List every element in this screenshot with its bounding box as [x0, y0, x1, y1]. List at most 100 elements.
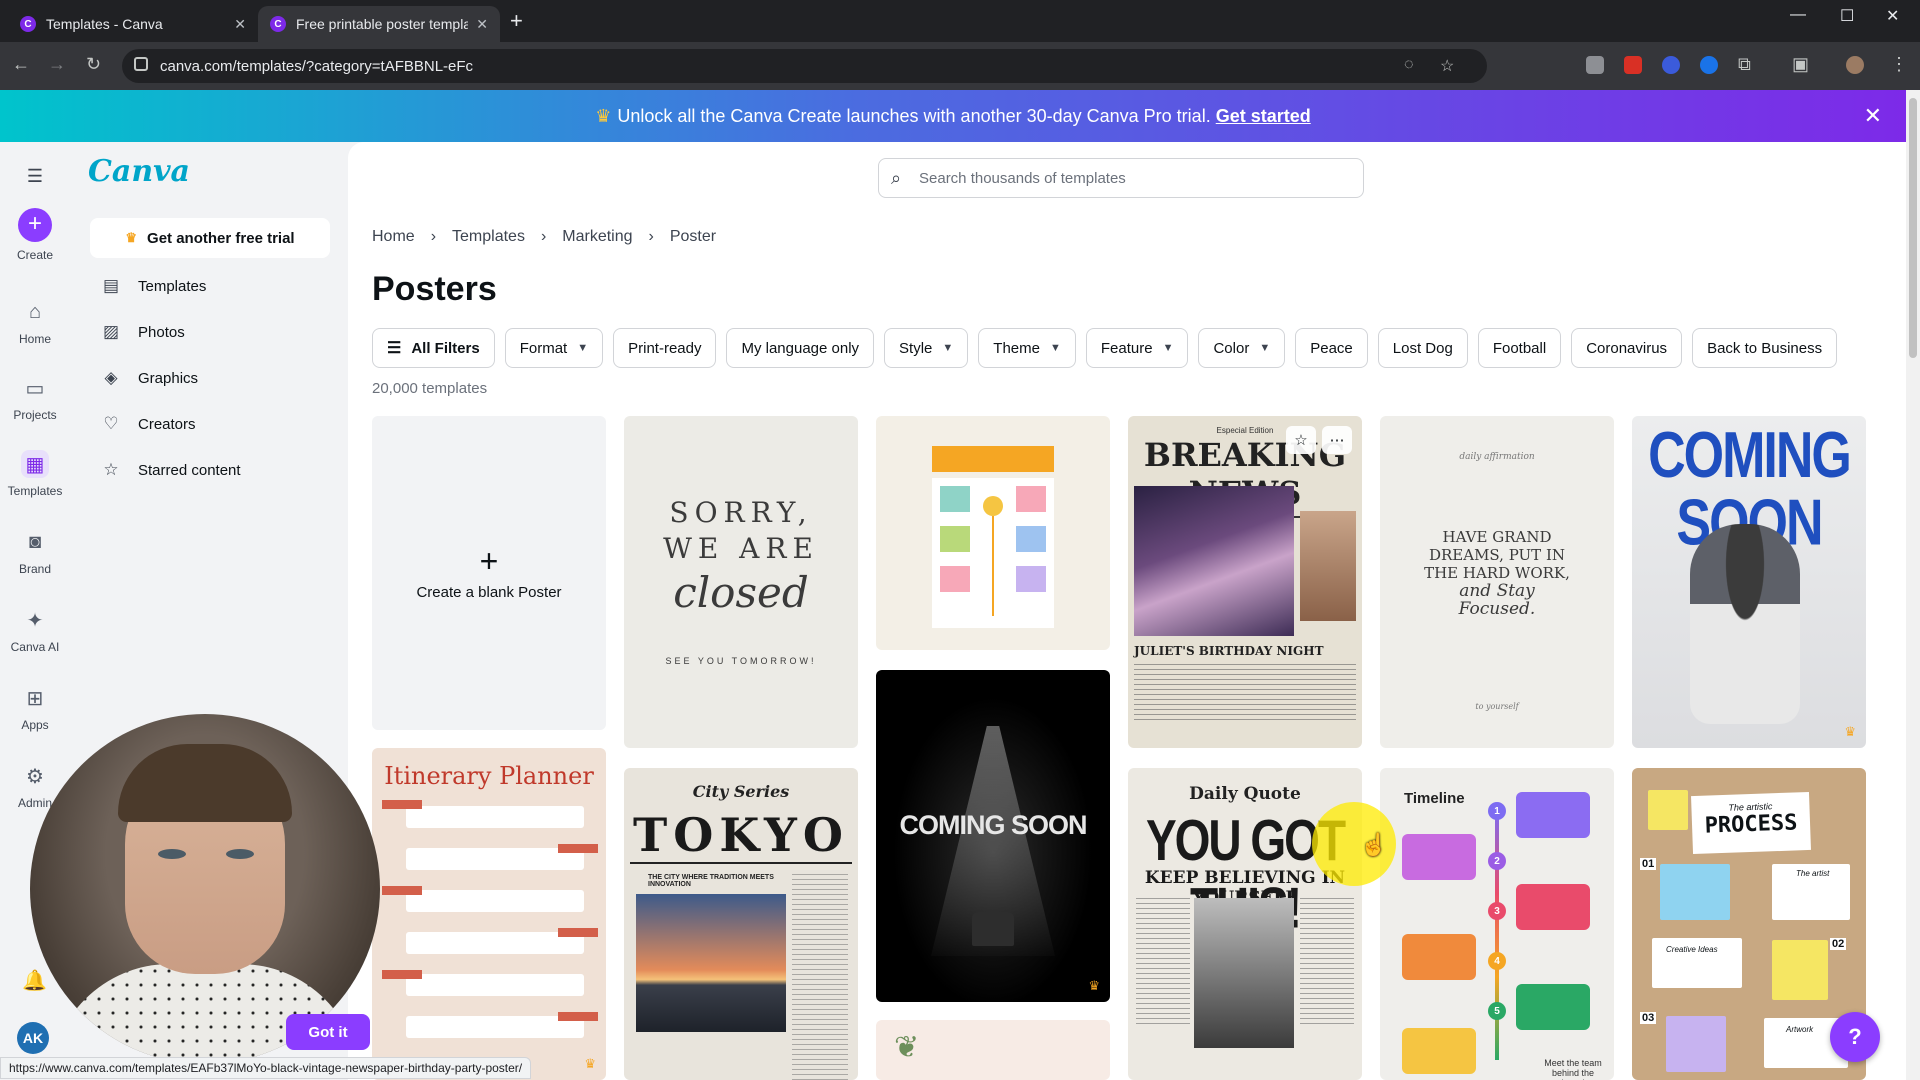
- browser-tab-templates[interactable]: C Templates - Canva ✕: [8, 6, 258, 42]
- rail-brand[interactable]: ◙ Brand: [0, 528, 70, 577]
- sidebar-item-photos[interactable]: ▨ Photos: [100, 322, 185, 342]
- rail-apps[interactable]: ⊞ Apps: [0, 684, 70, 733]
- chevron-down-icon: ▼: [942, 342, 954, 354]
- sidebar-item-starred[interactable]: ☆ Starred content: [100, 460, 240, 480]
- get-started-link[interactable]: Get started: [1216, 106, 1311, 126]
- breadcrumb-poster[interactable]: Poster: [670, 228, 716, 246]
- close-tab-icon[interactable]: ✕: [234, 16, 246, 33]
- sidebar-item-graphics[interactable]: ◈ Graphics: [100, 368, 198, 388]
- breadcrumb-marketing[interactable]: Marketing: [562, 228, 632, 246]
- canva-favicon: C: [20, 16, 36, 32]
- apps-grid-icon: ⊞: [26, 687, 44, 710]
- site-info-icon[interactable]: [134, 57, 148, 71]
- close-icon[interactable]: ✕: [1864, 103, 1882, 129]
- template-card-infographic[interactable]: [876, 416, 1110, 650]
- gear-icon: ⚙: [26, 765, 44, 788]
- notification-bell-icon[interactable]: 🔔: [22, 968, 47, 993]
- template-search[interactable]: ⌕: [878, 158, 1364, 198]
- infographic-preview: [932, 446, 1054, 628]
- template-card-coming-soon[interactable]: COMING SOON ♛: [1632, 416, 1866, 748]
- maximize-icon[interactable]: ☐: [1840, 6, 1854, 26]
- side-panel-icon[interactable]: ▣: [1792, 54, 1809, 75]
- back-icon[interactable]: ←: [12, 54, 30, 75]
- template-card-itinerary[interactable]: Itinerary Planner ♛: [372, 748, 606, 1080]
- help-button[interactable]: ?: [1830, 1012, 1880, 1062]
- home-icon: ⌂: [28, 300, 42, 323]
- reload-icon[interactable]: ↻: [86, 54, 101, 75]
- filter-print-ready[interactable]: Print-ready: [613, 328, 717, 368]
- extension-icon[interactable]: [1624, 56, 1642, 74]
- folder-icon: ▭: [25, 377, 45, 400]
- got-it-button[interactable]: Got it: [286, 1014, 370, 1050]
- extensions-puzzle-icon[interactable]: ⧉: [1738, 54, 1751, 75]
- filter-my-language[interactable]: My language only: [726, 328, 875, 368]
- extension-icon[interactable]: [1662, 56, 1680, 74]
- extension-icon[interactable]: [1586, 56, 1604, 74]
- tag-coronavirus[interactable]: Coronavirus: [1571, 328, 1683, 368]
- hand-cursor-icon: ☝: [1360, 832, 1388, 857]
- close-tab-icon[interactable]: ✕: [476, 16, 488, 33]
- extension-icon[interactable]: [1700, 56, 1718, 74]
- main-content: ⌕ Home › Templates › Marketing › Poster …: [348, 142, 1906, 1080]
- sidebar-item-templates[interactable]: ▤ Templates: [100, 276, 206, 296]
- browser-menu-icon[interactable]: ⋮: [1890, 54, 1908, 75]
- eye-off-icon[interactable]: ◌: [1404, 56, 1414, 74]
- browser-tab-posters[interactable]: C Free printable poster template ✕: [258, 6, 500, 42]
- chevron-down-icon: ▼: [1259, 342, 1271, 354]
- tag-peace[interactable]: Peace: [1295, 328, 1368, 368]
- address-url[interactable]: canva.com/templates/?category=tAFBBNL-eF…: [160, 58, 473, 75]
- new-tab-button[interactable]: +: [510, 8, 523, 34]
- sparkle-icon: ✦: [26, 609, 44, 632]
- breadcrumb-templates[interactable]: Templates: [452, 228, 525, 246]
- tag-back-to-business[interactable]: Back to Business: [1692, 328, 1838, 368]
- star-icon[interactable]: ☆: [1286, 426, 1316, 454]
- more-options-icon[interactable]: ⋯: [1322, 426, 1352, 454]
- rail-home[interactable]: ⌂ Home: [0, 298, 70, 347]
- all-filters-button[interactable]: ☰ All Filters: [372, 328, 495, 368]
- profile-avatar[interactable]: [1846, 56, 1864, 74]
- scrollbar-thumb[interactable]: [1909, 98, 1917, 358]
- filter-format[interactable]: Format ▼: [504, 328, 604, 368]
- chevron-right-icon: ›: [540, 228, 547, 245]
- canva-favicon: C: [270, 16, 286, 32]
- tag-lost-dog[interactable]: Lost Dog: [1377, 328, 1468, 368]
- rail-canva-ai[interactable]: ✦ Canva AI: [0, 606, 70, 655]
- filter-theme[interactable]: Theme ▼: [978, 328, 1076, 368]
- template-card-botanical[interactable]: ❦: [876, 1020, 1110, 1080]
- breadcrumb-home[interactable]: Home: [372, 228, 415, 246]
- avatar[interactable]: AK: [17, 1022, 49, 1054]
- free-trial-button[interactable]: ♛ Get another free trial: [90, 218, 330, 258]
- minimize-icon[interactable]: —: [1790, 6, 1806, 24]
- template-card-tokyo[interactable]: City Series TOKYO THE CITY WHERE TRADITI…: [624, 768, 858, 1080]
- filter-style[interactable]: Style ▼: [884, 328, 969, 368]
- crown-icon: ♛: [595, 106, 612, 126]
- template-card-timeline[interactable]: Timeline 1 2 3 4 5 Meet the team behind …: [1380, 768, 1614, 1080]
- search-input[interactable]: [919, 165, 1349, 191]
- template-card-coming-soon-dark[interactable]: COMING SOON ♛: [876, 670, 1110, 1002]
- rail-projects[interactable]: ▭ Projects: [0, 374, 70, 423]
- template-card-sorry-closed[interactable]: SORRY, WE ARE closed SEE YOU TOMORROW!: [624, 416, 858, 748]
- page-scrollbar[interactable]: [1906, 90, 1920, 1080]
- collapse-menu-icon[interactable]: ☰: [0, 166, 70, 187]
- rail-templates[interactable]: ▦ Templates: [0, 450, 70, 498]
- promo-text: ♛ Unlock all the Canva Create launches wi…: [595, 106, 1311, 126]
- create-blank-poster-card[interactable]: + Create a blank Poster: [372, 416, 606, 730]
- template-card-breaking-news[interactable]: Especial Edition BREAKING NEWS JULIET'S …: [1128, 416, 1362, 748]
- close-window-icon[interactable]: ✕: [1886, 6, 1899, 26]
- breadcrumb: Home › Templates › Marketing › Poster: [372, 228, 716, 246]
- chevron-right-icon: ›: [648, 228, 654, 245]
- template-card-grand-dreams[interactable]: daily affirmation HAVE GRAND DREAMS, PUT…: [1380, 416, 1614, 748]
- rail-create[interactable]: + Create: [0, 208, 70, 262]
- address-bar[interactable]: canva.com/templates/?category=tAFBBNL-eF…: [122, 49, 1487, 83]
- filter-color[interactable]: Color ▼: [1198, 328, 1286, 368]
- canva-logo[interactable]: Canva: [88, 154, 190, 189]
- sidebar-item-creators[interactable]: ♡ Creators: [100, 414, 195, 434]
- webcam-overlay: [30, 714, 380, 1064]
- forward-icon[interactable]: →: [48, 54, 66, 75]
- leaf-icon: ❦: [894, 1031, 920, 1064]
- filter-bar: ☰ All Filters Format ▼ Print-ready My lang…: [372, 328, 1838, 368]
- bookmark-star-icon[interactable]: ☆: [1440, 56, 1454, 76]
- filter-feature[interactable]: Feature ▼: [1085, 328, 1189, 368]
- photo-icon: ▨: [102, 322, 120, 341]
- tag-football[interactable]: Football: [1477, 328, 1562, 368]
